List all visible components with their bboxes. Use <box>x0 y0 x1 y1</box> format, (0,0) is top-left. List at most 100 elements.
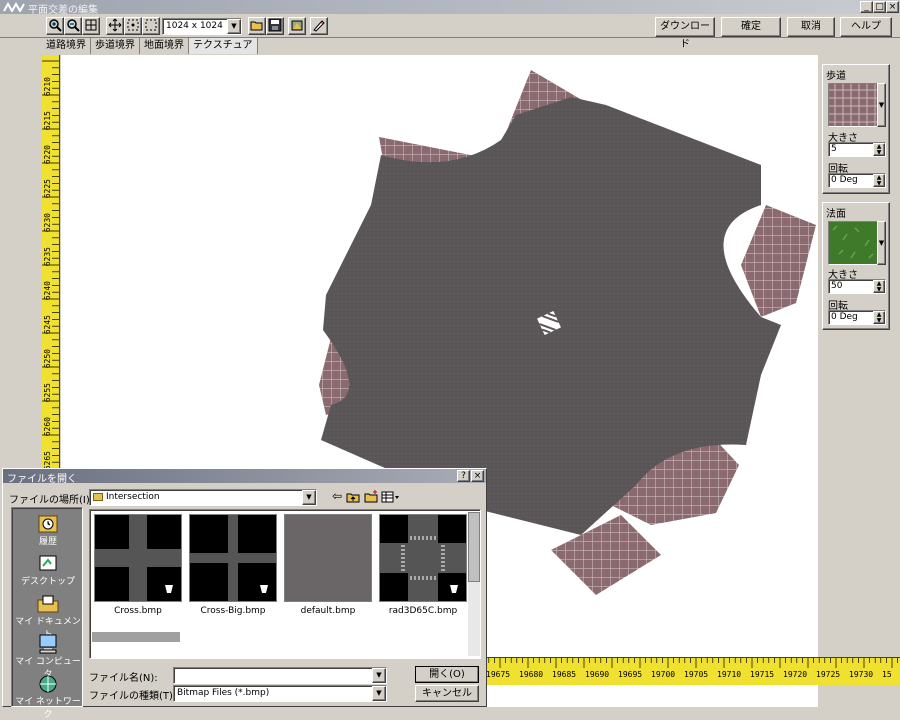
open-button[interactable]: 開く(O) <box>415 666 479 683</box>
pan-icon[interactable] <box>106 17 124 35</box>
slope-size-value: 50 <box>831 281 843 291</box>
place-history-label: 履歴 <box>38 537 57 547</box>
app-logo-icon <box>3 2 25 12</box>
chevron-down-icon[interactable]: ▼ <box>302 490 316 505</box>
filetype-select[interactable]: Bitmap Files (*.bmp) ▼ <box>173 685 387 702</box>
sidewalk-corner-right <box>741 205 816 317</box>
horizontal-ruler-label: 19730 <box>849 670 874 679</box>
spin-arrows-icon[interactable]: ▲ ▼ <box>873 280 885 293</box>
sidewalk-rotate-stepper[interactable]: 0 Deg ▲ ▼ <box>828 173 886 188</box>
resolution-select[interactable]: 1024 x 1024 ▼ <box>162 18 242 35</box>
file-name-cross[interactable]: Cross.bmp <box>94 606 182 616</box>
file-thumb-cross[interactable] <box>94 514 182 602</box>
chevron-down-icon[interactable]: ▼ <box>372 686 386 701</box>
spin-arrows-icon[interactable]: ▲ ▼ <box>873 174 885 187</box>
my-documents-icon <box>37 595 59 613</box>
place-my-network[interactable]: マイ ネットワーク <box>12 674 84 720</box>
location-label: ファイルの場所(I): <box>9 495 94 506</box>
help-button[interactable]: ヘルプ <box>840 17 892 37</box>
dialog-titlebar: ファイルを開く ? × <box>3 469 486 485</box>
marquee-icon[interactable] <box>142 17 160 35</box>
tab-ground-boundary[interactable]: 地面境界 <box>140 38 189 54</box>
spin-arrows-icon[interactable]: ▲ ▼ <box>873 143 885 156</box>
select-icon[interactable] <box>124 17 142 35</box>
vertical-ruler-label: 6245 <box>43 315 52 335</box>
place-desktop-label: デスクトップ <box>20 577 75 587</box>
maximize-button[interactable]: □ <box>873 1 886 13</box>
file-thumb-default[interactable] <box>284 514 372 602</box>
my-computer-icon <box>39 634 57 654</box>
filetype-value: Bitmap Files (*.bmp) <box>177 688 270 698</box>
desktop-icon <box>39 555 57 571</box>
tab-bar: 道路境界 歩道境界 地面境界 テクスチュア <box>42 38 258 54</box>
vertical-scrollbar[interactable] <box>468 512 480 656</box>
confirm-button[interactable]: 確定 <box>721 17 781 37</box>
fit-view-icon[interactable] <box>82 17 100 35</box>
close-button[interactable]: × <box>886 1 899 13</box>
window-titlebar: 平面交差の編集 _ □ × <box>0 0 900 16</box>
tab-road-boundary[interactable]: 道路境界 <box>42 38 91 54</box>
vertical-ruler-label: 6260 <box>43 417 52 437</box>
zoom-out-icon[interactable] <box>64 17 82 35</box>
save-icon[interactable] <box>266 17 284 35</box>
file-thumb-cross-big[interactable] <box>189 514 277 602</box>
dialog-help-button[interactable]: ? <box>457 470 470 482</box>
horizontal-ruler-label: 19700 <box>651 670 676 679</box>
slope-texture-swatch[interactable] <box>828 221 878 265</box>
dialog-cancel-button[interactable]: キャンセル <box>415 685 479 702</box>
spin-arrows-icon[interactable]: ▲ ▼ <box>873 311 885 324</box>
vertical-ruler-label: 6215 <box>43 111 52 131</box>
places-bar: 履歴 デスクトップ マイ ドキュメント マイ コンピュータ マイ ネットワーク <box>11 507 84 720</box>
file-name-default[interactable]: default.bmp <box>284 606 372 616</box>
back-icon[interactable]: ⇦ <box>329 489 345 505</box>
toolbar: 1024 x 1024 ▼ ダウンロード 確定 取消 ヘルプ <box>0 14 900 50</box>
slope-rotate-stepper[interactable]: 0 Deg ▲ ▼ <box>828 310 886 325</box>
sidewalk-rotate-value: 0 Deg <box>831 175 858 185</box>
vertical-ruler-label: 6240 <box>43 281 52 301</box>
slope-panel: 法面 ▼ 大きさ 50 ▲ ▼ 回転 0 Deg ▲ ▼ <box>822 202 890 330</box>
vertical-ruler-label: 6220 <box>43 145 52 165</box>
sidewalk-size-stepper[interactable]: 5 ▲ ▼ <box>828 142 886 157</box>
place-desktop[interactable]: デスクトップ <box>12 554 84 587</box>
horizontal-ruler-label: 15 <box>882 670 892 679</box>
brush-icon[interactable] <box>310 17 328 35</box>
location-select[interactable]: Intersection ▼ <box>89 489 317 506</box>
tab-texture[interactable]: テクスチュア <box>189 38 258 54</box>
new-folder-icon[interactable] <box>363 489 379 505</box>
filename-input[interactable]: ▼ <box>173 667 387 684</box>
horizontal-ruler-label: 19720 <box>783 670 808 679</box>
cancel-button[interactable]: 取消 <box>787 17 835 37</box>
my-network-icon <box>39 675 57 693</box>
horizontal-ruler-label: 19680 <box>519 670 544 679</box>
tab-sidewalk-boundary[interactable]: 歩道境界 <box>91 38 140 54</box>
dialog-title: ファイルを開く <box>7 474 77 485</box>
file-thumb-rad3d65c[interactable] <box>379 514 467 602</box>
horizontal-ruler-label: 19725 <box>816 670 841 679</box>
horizontal-ruler-label: 19675 <box>486 670 511 679</box>
chevron-down-icon[interactable]: ▼ <box>227 19 241 34</box>
slope-panel-title: 法面 <box>826 209 846 220</box>
horizontal-ruler-label: 19685 <box>552 670 577 679</box>
horizontal-scrollbar-thumb[interactable] <box>92 632 180 642</box>
minimize-button[interactable]: _ <box>860 1 873 13</box>
chevron-down-icon[interactable]: ▼ <box>877 83 886 127</box>
vertical-ruler-label: 6225 <box>43 179 52 199</box>
place-history[interactable]: 履歴 <box>12 514 84 547</box>
texture-tool-icon[interactable] <box>288 17 306 35</box>
vertical-scrollbar-thumb[interactable] <box>468 512 480 582</box>
chevron-down-icon[interactable]: ▼ <box>372 668 386 683</box>
slope-size-stepper[interactable]: 50 ▲ ▼ <box>828 279 886 294</box>
up-folder-icon[interactable] <box>345 489 361 505</box>
open-folder-icon[interactable] <box>248 17 266 35</box>
dialog-close-button[interactable]: × <box>471 470 484 482</box>
zoom-in-icon[interactable] <box>46 17 64 35</box>
sidewalk-texture-swatch[interactable] <box>828 83 878 127</box>
file-name-rad3d65c[interactable]: rad3D65C.bmp <box>379 606 467 616</box>
download-button[interactable]: ダウンロード <box>655 17 715 50</box>
slope-rotate-value: 0 Deg <box>831 312 858 322</box>
file-name-cross-big[interactable]: Cross-Big.bmp <box>189 606 277 616</box>
chevron-down-icon[interactable]: ▼ <box>877 221 886 265</box>
filetype-label: ファイルの種類(T): <box>89 691 177 702</box>
view-menu-icon[interactable] <box>381 489 401 505</box>
sidewalk-panel: 歩道 ▼ 大きさ 5 ▲ ▼ 回転 0 Deg ▲ ▼ <box>822 64 890 194</box>
